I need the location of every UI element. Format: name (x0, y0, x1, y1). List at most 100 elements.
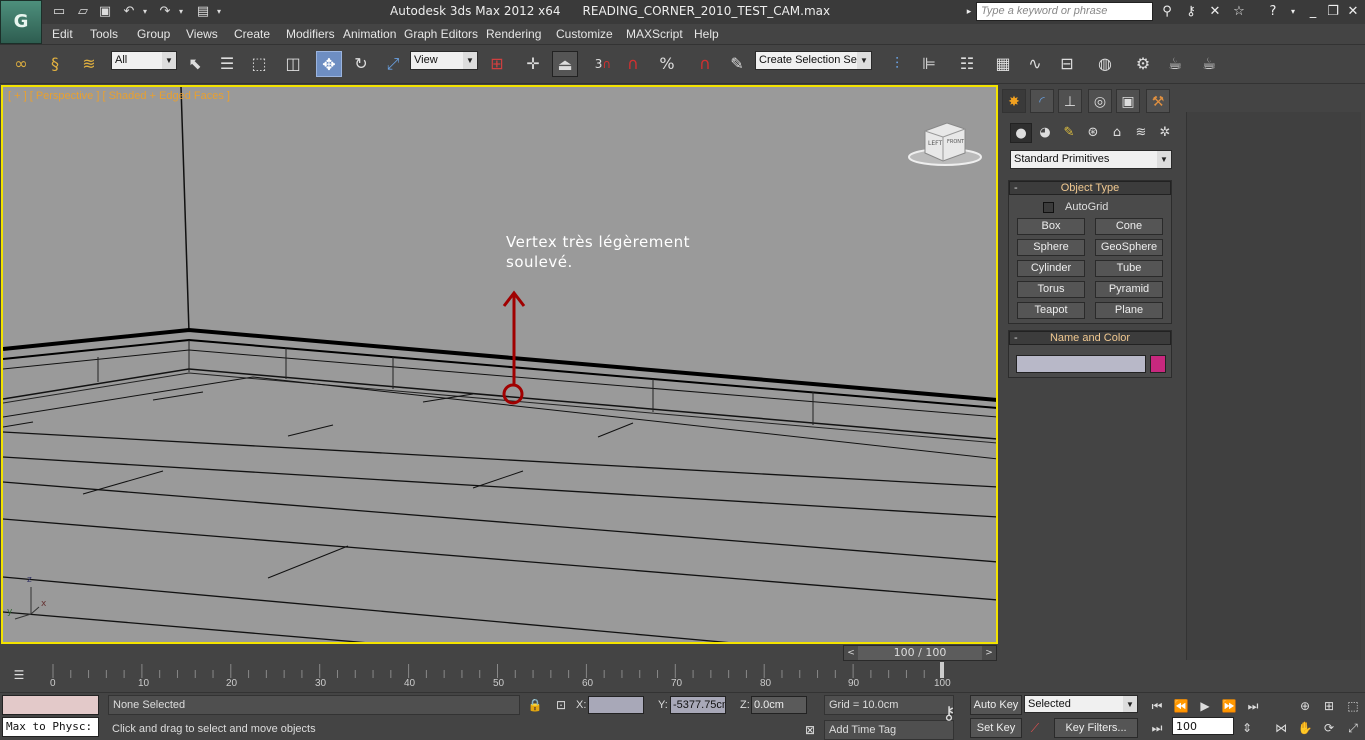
material-editor-icon[interactable]: ◍ (1092, 51, 1118, 77)
maxscript-listener-output[interactable] (2, 695, 99, 715)
select-object-icon[interactable]: ⬉ (182, 51, 208, 77)
help-dropdown-icon[interactable]: ▾ (1284, 3, 1302, 21)
select-by-name-icon[interactable]: ☰ (214, 51, 240, 77)
zoom-all-icon[interactable]: ⊞ (1320, 697, 1338, 715)
systems-category-icon[interactable]: ✲ (1154, 123, 1176, 143)
helpers-category-icon[interactable]: ⌂ (1106, 123, 1128, 143)
teapot-button[interactable]: Teapot (1017, 302, 1085, 319)
object-name-input[interactable] (1016, 355, 1146, 373)
space-warps-category-icon[interactable]: ≋ (1130, 123, 1152, 143)
restore-window-icon[interactable]: ❐ (1324, 3, 1342, 21)
autogrid-checkbox[interactable] (1043, 202, 1054, 213)
zoom-extents-icon[interactable]: ⬚ (1344, 697, 1362, 715)
select-and-link-icon[interactable]: ∞ (8, 51, 34, 77)
search-input[interactable]: Type a keyword or phrase (976, 2, 1153, 21)
open-file-icon[interactable]: ▱ (74, 3, 92, 21)
modify-tab-icon[interactable]: ◜ (1030, 89, 1054, 113)
menu-group[interactable]: Group (137, 27, 170, 41)
motion-tab-icon[interactable]: ◎ (1088, 89, 1112, 113)
pan-view-icon[interactable]: ✋ (1296, 719, 1314, 737)
redo-icon[interactable]: ↷ (156, 3, 174, 21)
absolute-mode-icon[interactable]: ⊡ (552, 696, 570, 714)
perspective-viewport[interactable]: [ + ] [ Perspective ] [ Shaded + Edged F… (1, 85, 998, 644)
key-filters-button[interactable]: Key Filters... (1054, 718, 1138, 738)
align-icon[interactable]: ⊫ (916, 51, 942, 77)
snaps-toggle-icon[interactable]: 3∩ (590, 51, 616, 77)
render-production-icon[interactable]: ☕ (1196, 51, 1222, 77)
set-key-mode-icon[interactable]: ⚷ (936, 705, 962, 723)
torus-button[interactable]: Torus (1017, 281, 1085, 298)
redo-dropdown-icon[interactable]: ▾ (176, 3, 186, 21)
viewcube-front-label[interactable]: FRONT (947, 139, 964, 145)
render-setup-icon[interactable]: ⚙ (1130, 51, 1156, 77)
binoculars-icon[interactable]: ⚲ (1158, 3, 1176, 21)
project-folder-icon[interactable]: ▤ (194, 3, 212, 21)
menu-help[interactable]: Help (694, 27, 719, 41)
selection-filter-dropdown[interactable]: All ▼ (111, 51, 177, 70)
default-in-out-tangent-icon[interactable]: ⟋ (1026, 719, 1044, 737)
graphite-modeling-tools-icon[interactable]: ▦ (990, 51, 1016, 77)
selection-lock-icon[interactable]: 🔒 (526, 696, 544, 714)
favorites-star-icon[interactable]: ☆ (1230, 3, 1248, 21)
previous-frame-icon[interactable]: < (844, 646, 858, 660)
time-tag-icon[interactable]: ⊠ (801, 721, 819, 739)
object-color-swatch[interactable] (1150, 355, 1166, 373)
schematic-view-icon[interactable]: ⊟ (1054, 51, 1080, 77)
track-bar[interactable]: ☰ 0 10 20 30 40 50 60 70 80 90 100 (0, 662, 1000, 692)
select-and-move-icon[interactable]: ✥ (316, 51, 342, 77)
box-button[interactable]: Box (1017, 218, 1085, 235)
z-coordinate-input[interactable]: 0.0cm (751, 696, 807, 714)
quick-access-dropdown-icon[interactable]: ▾ (214, 3, 224, 21)
current-frame-input[interactable]: 100 (1172, 717, 1234, 735)
window-crossing-icon[interactable]: ◫ (280, 51, 306, 77)
cone-button[interactable]: Cone (1095, 218, 1163, 235)
menu-create[interactable]: Create (234, 27, 270, 41)
menu-edit[interactable]: Edit (52, 27, 73, 41)
viewcube-left-label[interactable]: LEFT (928, 140, 942, 147)
geosphere-button[interactable]: GeoSphere (1095, 239, 1163, 256)
angle-snap-icon[interactable]: ∩ (620, 51, 646, 77)
add-time-tag-button[interactable]: Add Time Tag (824, 720, 954, 740)
communication-center-icon[interactable]: ✕ (1206, 3, 1224, 21)
go-to-start-icon[interactable]: ⏮ (1148, 697, 1166, 715)
save-file-icon[interactable]: ▣ (96, 3, 114, 21)
previous-key-icon[interactable]: ⏪ (1172, 697, 1190, 715)
plane-button[interactable]: Plane (1095, 302, 1163, 319)
go-to-end-icon[interactable]: ⏭ (1244, 697, 1262, 715)
geometry-category-icon[interactable]: ● (1010, 123, 1032, 143)
zoom-icon[interactable]: ⊕ (1296, 697, 1314, 715)
lights-category-icon[interactable]: ✎ (1058, 123, 1080, 143)
key-mode-toggle-icon[interactable]: ⏭ (1148, 719, 1166, 737)
orbit-icon[interactable]: ⟳ (1320, 719, 1338, 737)
mirror-icon[interactable]: ⫶ (884, 51, 910, 77)
select-and-scale-icon[interactable]: ⤢ (380, 51, 406, 77)
next-frame-icon[interactable]: > (982, 646, 996, 660)
unlink-selection-icon[interactable]: § (42, 51, 68, 77)
maximize-viewport-icon[interactable]: ⤢ (1344, 719, 1362, 737)
primitive-category-dropdown[interactable]: Standard Primitives ▼ (1010, 150, 1172, 169)
minimize-window-icon[interactable]: _ (1304, 3, 1322, 21)
help-icon[interactable]: ? (1264, 3, 1282, 21)
select-and-rotate-icon[interactable]: ↻ (348, 51, 374, 77)
hierarchy-tab-icon[interactable]: ⊥ (1058, 89, 1082, 113)
x-coordinate-input[interactable] (588, 696, 644, 714)
rectangular-selection-icon[interactable]: ⬚ (246, 51, 272, 77)
select-and-manipulate-icon[interactable]: ✛ (520, 51, 546, 77)
utilities-tab-icon[interactable]: ⚒ (1146, 89, 1170, 113)
curve-editor-icon[interactable]: ∿ (1022, 51, 1048, 77)
time-slider[interactable]: < 100 / 100 > (843, 645, 997, 661)
viewport-label[interactable]: [ + ] [ Perspective ] [ Shaded + Edged F… (8, 90, 230, 102)
shapes-category-icon[interactable]: ◕ (1034, 123, 1056, 143)
layer-manager-icon[interactable]: ☷ (954, 51, 980, 77)
maxscript-listener-input[interactable]: Max to Physc: (2, 717, 99, 737)
menu-modifiers[interactable]: Modifiers (286, 27, 335, 41)
undo-dropdown-icon[interactable]: ▾ (140, 3, 150, 21)
reference-coordinate-dropdown[interactable]: View ▼ (410, 51, 478, 70)
named-selection-dropdown[interactable]: Create Selection Se ▼ (755, 51, 872, 70)
rendered-frame-window-icon[interactable]: ☕ (1162, 51, 1188, 77)
name-and-color-header[interactable]: - Name and Color (1009, 331, 1171, 345)
frame-counter[interactable]: 100 / 100 (858, 646, 982, 660)
undo-icon[interactable]: ↶ (120, 3, 138, 21)
field-of-view-icon[interactable]: ⋈ (1272, 719, 1290, 737)
time-configuration-icon[interactable]: ⇕ (1238, 719, 1256, 737)
